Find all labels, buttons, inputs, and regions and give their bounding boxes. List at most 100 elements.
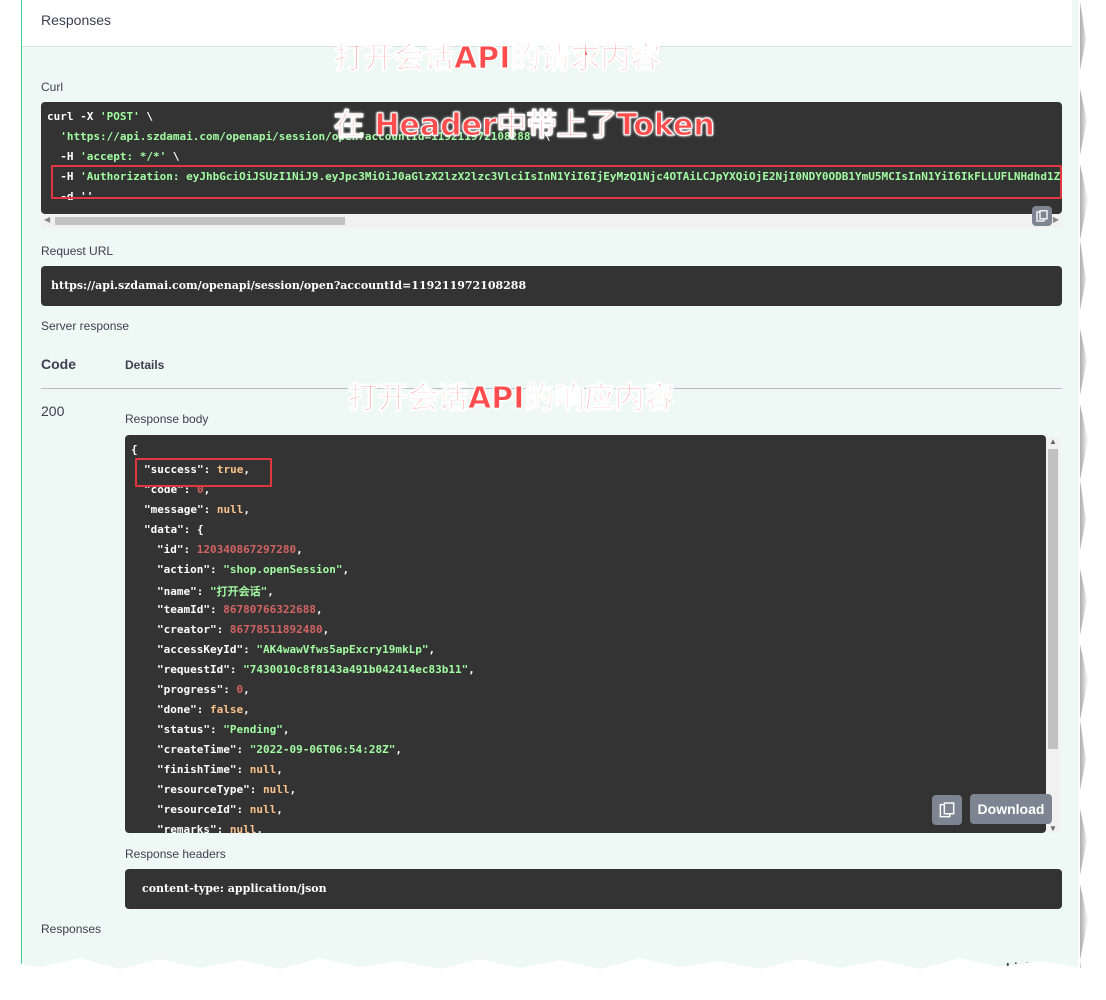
response-headers-value: content-type: application/json bbox=[142, 882, 327, 895]
json-token: false bbox=[209, 703, 244, 716]
json-token: , bbox=[276, 803, 283, 816]
json-token: "progress": bbox=[157, 683, 237, 696]
json-token: "name": bbox=[157, 585, 210, 598]
json-line: "action": "shop.openSession", bbox=[157, 563, 349, 576]
json-token: "action": bbox=[157, 563, 224, 576]
code-column-header: Code bbox=[41, 356, 76, 372]
responses-title: Responses bbox=[41, 12, 112, 28]
json-token: , bbox=[267, 585, 274, 598]
curl-token: 'POST' bbox=[99, 110, 140, 123]
request-url-label: Request URL bbox=[41, 244, 114, 258]
authorization-highlight-box bbox=[51, 165, 1062, 199]
response-headers-label: Response headers bbox=[125, 847, 226, 861]
json-token: "Pending" bbox=[223, 723, 283, 736]
success-highlight-box bbox=[135, 458, 272, 487]
response-body-label: Response body bbox=[125, 412, 209, 426]
json-line: "requestId": "7430010c8f8143a491b042414e… bbox=[157, 663, 475, 676]
request-url-value: https://api.szdamai.com/openapi/session/… bbox=[51, 279, 527, 292]
torn-edge-bottom bbox=[0, 958, 1106, 1000]
request-url-block[interactable]: https://api.szdamai.com/openapi/session/… bbox=[41, 266, 1062, 306]
copy-curl-button[interactable] bbox=[1032, 206, 1052, 226]
scroll-right-icon[interactable]: ▶ bbox=[1053, 215, 1059, 224]
json-token: , bbox=[243, 683, 250, 696]
json-token: null bbox=[229, 823, 257, 833]
json-token: null bbox=[249, 803, 277, 816]
json-token: "id": bbox=[157, 543, 197, 556]
json-token: "AK4wawVfws5apExcry19mkLp" bbox=[256, 643, 429, 656]
json-token: , bbox=[256, 823, 263, 833]
json-token: "2022-09-06T06:54:28Z" bbox=[249, 743, 396, 756]
scroll-thumb-vertical[interactable] bbox=[1048, 449, 1058, 749]
response-status-code: 200 bbox=[41, 403, 65, 419]
details-column-header: Details bbox=[125, 358, 165, 372]
json-line: "id": 120340867297280, bbox=[157, 543, 303, 556]
json-token: "accessKeyId": bbox=[157, 643, 257, 656]
server-response-label: Server response bbox=[41, 319, 130, 333]
json-token: "requestId": bbox=[157, 663, 244, 676]
curl-token bbox=[47, 130, 60, 143]
json-token: , bbox=[243, 703, 250, 716]
json-token: 120340867297280 bbox=[196, 543, 297, 556]
response-body-vertical-scrollbar[interactable]: ▲ ▼ bbox=[1046, 437, 1060, 833]
json-token: 86778511892480 bbox=[229, 623, 323, 636]
json-token: "remarks": bbox=[157, 823, 230, 833]
json-token: , bbox=[342, 563, 350, 576]
json-token: 86780766322688 bbox=[223, 603, 316, 616]
screenshot-frame: Responses Curl curl -X 'POST' \ 'https:/… bbox=[0, 0, 1080, 990]
json-line: { bbox=[131, 443, 138, 456]
response-headers-block[interactable]: content-type: application/json bbox=[125, 869, 1062, 909]
scroll-thumb[interactable] bbox=[55, 217, 345, 225]
json-token: { bbox=[131, 443, 138, 456]
curl-token: \ bbox=[139, 110, 153, 123]
response-body-block[interactable]: {"success": true, "code": 0, "message": nu… bbox=[125, 435, 1046, 833]
json-token: , bbox=[428, 643, 436, 656]
curl-line: -H 'accept: */*' \ bbox=[47, 150, 179, 163]
json-line: "creator": 86778511892480, bbox=[157, 623, 329, 636]
operation-border bbox=[21, 0, 22, 990]
download-button[interactable]: Download bbox=[970, 794, 1052, 824]
json-token: null bbox=[262, 783, 290, 796]
json-token: , bbox=[322, 623, 330, 636]
json-token: "resourceId": bbox=[157, 803, 250, 816]
json-token: , bbox=[289, 783, 297, 796]
json-line: "data": { bbox=[144, 523, 204, 536]
json-line: "teamId": 86780766322688, bbox=[157, 603, 323, 616]
curl-line: curl -X 'POST' \ bbox=[47, 110, 153, 123]
scroll-left-icon[interactable]: ◀ bbox=[44, 215, 50, 224]
curl-token: \ bbox=[166, 150, 180, 163]
json-token: "createTime": bbox=[157, 743, 250, 756]
json-token: "teamId": bbox=[157, 603, 224, 616]
json-line: "remarks": null, bbox=[157, 823, 263, 833]
copy-response-button[interactable] bbox=[932, 795, 962, 825]
json-line: "status": "Pending", bbox=[157, 723, 289, 736]
curl-token: 'accept: */*' bbox=[80, 150, 167, 163]
json-token: "done": bbox=[157, 703, 210, 716]
json-token: "7430010c8f8143a491b042414ec83b11" bbox=[243, 663, 469, 676]
json-line: "message": null, bbox=[144, 503, 250, 516]
curl-horizontal-scrollbar[interactable]: ◀ ▶ bbox=[41, 214, 1062, 228]
json-line: "resourceId": null, bbox=[157, 803, 283, 816]
json-token: "resourceType": bbox=[157, 783, 263, 796]
json-token: , bbox=[395, 743, 403, 756]
json-line: "accessKeyId": "AK4wawVfws5apExcry19mkLp… bbox=[157, 643, 435, 656]
json-token: , bbox=[296, 543, 303, 556]
json-token: "status": bbox=[157, 723, 224, 736]
json-token: , bbox=[243, 503, 250, 516]
annotation-request-title: 打开会话API的请求内容 bbox=[333, 41, 661, 77]
annotation-header-token: 在 Header中带上了Token bbox=[334, 108, 716, 144]
json-token: , bbox=[468, 663, 475, 676]
json-token: , bbox=[315, 603, 323, 616]
annotation-response-title: 打开会话API的响应内容 bbox=[347, 381, 675, 417]
json-token: "finishTime": bbox=[157, 763, 250, 776]
json-token: , bbox=[282, 723, 290, 736]
json-line: "createTime": "2022-09-06T06:54:28Z", bbox=[157, 743, 402, 756]
json-token: "打开会话" bbox=[209, 585, 268, 598]
json-token: null bbox=[249, 763, 277, 776]
bottom-responses-label: Responses bbox=[41, 922, 102, 936]
json-line: "progress": 0, bbox=[157, 683, 250, 696]
curl-token: -H bbox=[47, 150, 81, 163]
scroll-down-icon[interactable]: ▼ bbox=[1049, 824, 1057, 833]
scroll-up-icon[interactable]: ▲ bbox=[1049, 437, 1057, 446]
curl-label: Curl bbox=[41, 80, 64, 94]
copy-icon bbox=[1036, 210, 1048, 222]
